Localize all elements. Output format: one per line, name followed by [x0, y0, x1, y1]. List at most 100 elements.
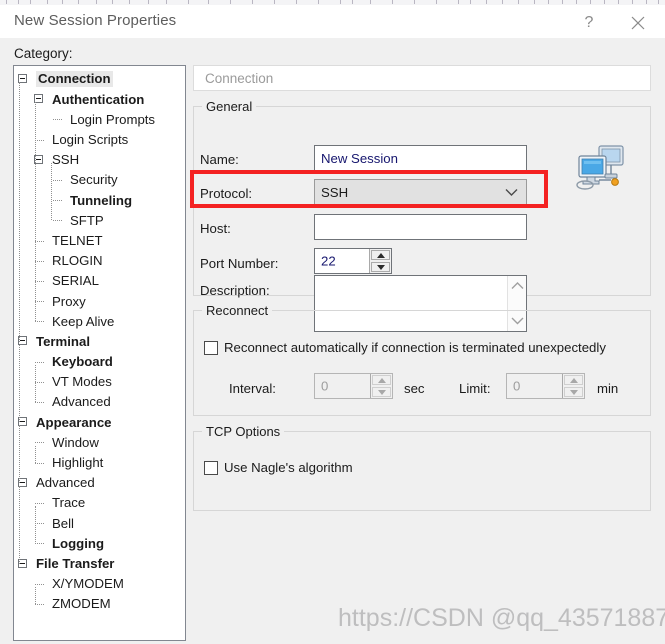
sliver-tick: [208, 0, 209, 4]
sliver-tick: [604, 0, 605, 4]
tree-item-advanced[interactable]: Advanced: [14, 392, 185, 412]
tree-guide-line: [19, 344, 20, 423]
port-increment-button[interactable]: [371, 250, 390, 260]
nagle-checkbox[interactable]: [204, 461, 218, 475]
pane-header-title: Connection: [205, 71, 274, 86]
dialog-body: Category: Connection Authentication Login …: [0, 38, 665, 644]
tree-item-advanced[interactable]: Advanced: [14, 473, 185, 493]
tree-item-security[interactable]: Security: [14, 170, 185, 190]
nagle-label: Use Nagle's algorithm: [224, 460, 353, 475]
tree-item-vt-modes[interactable]: VT Modes: [14, 372, 185, 392]
tree-item-tunneling[interactable]: Tunneling: [14, 190, 185, 210]
tree-connector: [35, 502, 44, 504]
tree-item-keep-alive[interactable]: Keep Alive: [14, 311, 185, 331]
tree-connector: [53, 200, 62, 202]
interval-increment-button[interactable]: [372, 375, 391, 385]
sliver-tick: [392, 0, 393, 4]
interval-stepper-buttons[interactable]: [370, 374, 392, 398]
limit-stepper[interactable]: 0: [506, 373, 585, 399]
general-legend: General: [202, 99, 257, 114]
host-label: Host:: [200, 221, 231, 236]
tree-item-telnet[interactable]: TELNET: [14, 231, 185, 251]
sliver-tick: [148, 0, 149, 4]
tree-connector: [35, 381, 44, 383]
tree-item-label: Logging: [52, 535, 104, 551]
tree-guide-line: [19, 425, 20, 483]
sliver-tick: [296, 0, 297, 4]
tree-item-zmodem[interactable]: ZMODEM: [14, 594, 185, 614]
category-label: Category:: [14, 46, 73, 61]
host-input[interactable]: [314, 214, 527, 240]
tree-item-sftp[interactable]: SFTP: [14, 210, 185, 230]
protocol-select[interactable]: SSH: [314, 179, 527, 205]
tree-item-rlogin[interactable]: RLOGIN: [14, 251, 185, 271]
title-bar: New Session Properties ?: [0, 5, 665, 38]
tree-item-label: Tunneling: [70, 192, 133, 208]
window-title: New Session Properties: [14, 12, 177, 29]
tree-item-serial[interactable]: SERIAL: [14, 271, 185, 291]
tree-item-highlight[interactable]: Highlight: [14, 453, 185, 473]
help-icon[interactable]: ?: [568, 10, 610, 36]
pane-header: Connection: [193, 65, 651, 91]
tree-connector: [35, 462, 44, 464]
interval-label: Interval:: [229, 381, 276, 396]
port-stepper[interactable]: 22: [314, 248, 392, 274]
category-tree-panel[interactable]: Connection Authentication Login Prompts Log…: [13, 65, 186, 641]
tree-item-label: Advanced: [52, 394, 111, 410]
sliver-tick: [414, 0, 415, 4]
tree-item-label: Security: [70, 172, 118, 188]
tree-item-ssh[interactable]: SSH: [14, 150, 185, 170]
tree-connector: [35, 583, 44, 585]
sliver-tick: [470, 0, 471, 4]
reconnect-auto-checkbox[interactable]: [204, 341, 218, 355]
close-icon[interactable]: [617, 10, 659, 36]
port-decrement-button[interactable]: [371, 262, 390, 272]
limit-decrement-button[interactable]: [564, 387, 583, 397]
name-input[interactable]: New Session: [314, 145, 527, 171]
tree-item-window[interactable]: Window: [14, 432, 185, 452]
interval-stepper[interactable]: 0: [314, 373, 393, 399]
tree-connector: [35, 280, 44, 282]
tree-item-proxy[interactable]: Proxy: [14, 291, 185, 311]
tree-item-label: Terminal: [36, 333, 90, 349]
tree-item-label: RLOGIN: [52, 253, 103, 269]
tree-item-logging[interactable]: Logging: [14, 533, 185, 553]
tcp-options-legend: TCP Options: [202, 424, 285, 439]
tree-item-appearance[interactable]: Appearance: [14, 412, 185, 432]
tree-guide-line: [51, 162, 52, 221]
tree-item-login-scripts[interactable]: Login Scripts: [14, 130, 185, 150]
tree-item-label: Appearance: [36, 414, 112, 430]
tree-connector: [35, 260, 44, 262]
tree-connector: [35, 139, 44, 141]
tree-item-label: Proxy: [52, 293, 86, 309]
reconnect-legend: Reconnect: [202, 303, 273, 318]
tree-item-file-transfer[interactable]: File Transfer: [14, 554, 185, 574]
caret-up-icon: [376, 252, 385, 258]
sliver-tick: [548, 0, 549, 4]
tree-item-trace[interactable]: Trace: [14, 493, 185, 513]
port-stepper-buttons[interactable]: [369, 249, 391, 273]
tree-item-authentication[interactable]: Authentication: [14, 89, 185, 109]
name-input-value: New Session: [321, 150, 398, 166]
tree-item-keyboard[interactable]: Keyboard: [14, 352, 185, 372]
name-label: Name:: [200, 152, 239, 167]
caret-down-icon: [569, 389, 578, 395]
sliver-tick: [518, 0, 519, 4]
tree-item-x-ymodem[interactable]: X/YMODEM: [14, 574, 185, 594]
caret-down-icon: [377, 389, 386, 395]
sliver-tick: [576, 0, 577, 4]
tree-item-label: Advanced: [36, 475, 95, 491]
tree-connector: [35, 603, 44, 605]
sliver-tick: [646, 0, 647, 4]
protocol-label: Protocol:: [200, 186, 253, 201]
tree-connector: [35, 442, 44, 444]
interval-decrement-button[interactable]: [372, 387, 391, 397]
tree-item-bell[interactable]: Bell: [14, 513, 185, 533]
tree-connector: [35, 361, 44, 363]
chevron-up-icon[interactable]: [511, 282, 524, 290]
tree-item-connection[interactable]: Connection: [14, 69, 185, 89]
tree-item-terminal[interactable]: Terminal: [14, 331, 185, 351]
limit-increment-button[interactable]: [564, 375, 583, 385]
tree-item-login-prompts[interactable]: Login Prompts: [14, 109, 185, 129]
limit-stepper-buttons[interactable]: [562, 374, 584, 398]
